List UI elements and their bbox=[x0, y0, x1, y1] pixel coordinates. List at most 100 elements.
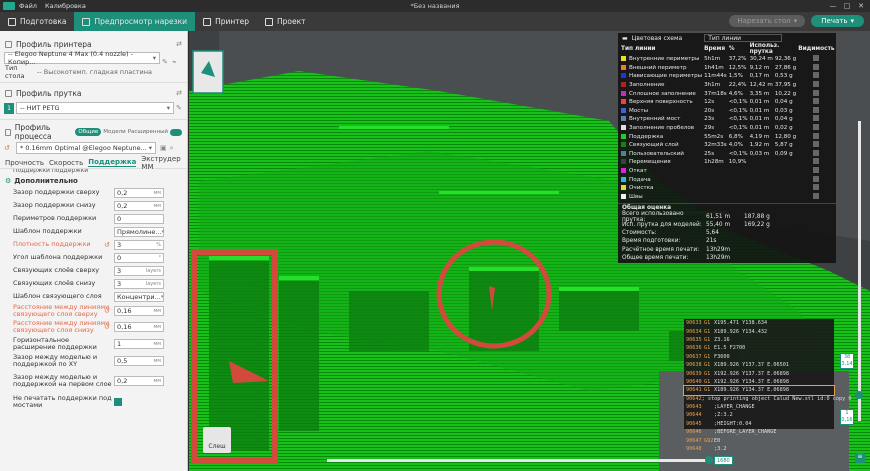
color-swatch bbox=[621, 56, 626, 62]
reset-icon[interactable]: ↺ bbox=[104, 241, 110, 249]
table-type-select[interactable]: -- Высокотемп. гладкая пластина bbox=[37, 68, 152, 76]
pattern-angle-input[interactable]: 0 ° bbox=[114, 252, 164, 263]
top-z-distance-input[interactable]: 0,2 мм bbox=[114, 187, 164, 198]
mode-general[interactable]: Общие bbox=[75, 128, 102, 136]
legend-row: Заполнение 3h1m 22,4% 12,42 m 37,95 g bbox=[620, 81, 836, 90]
advanced-toggle[interactable] bbox=[170, 128, 182, 136]
xy-distance-input[interactable]: 0,5 мм bbox=[114, 355, 164, 366]
visibility-toggle[interactable] bbox=[813, 184, 820, 191]
color-swatch bbox=[621, 176, 626, 182]
slice-plate-button[interactable]: Нарезать стол ▾ bbox=[729, 15, 806, 27]
visibility-toggle[interactable] bbox=[813, 192, 820, 199]
gcode-line: 90638 G1 X189.926 Y137.37 E.06501 bbox=[686, 362, 789, 369]
color-scheme-select[interactable]: Тип линии bbox=[704, 34, 783, 42]
process-subtabs: Прочность Скорость Поддержка Экструдер М… bbox=[0, 155, 187, 171]
visibility-toggle[interactable] bbox=[813, 106, 820, 113]
subtab-support[interactable]: Поддержка bbox=[88, 158, 137, 167]
visibility-toggle[interactable] bbox=[813, 141, 820, 148]
reset-icon[interactable]: ↺ bbox=[104, 323, 110, 331]
legend-row: Пользовательский 25s <0,1% 0,03 m 0,09 g bbox=[620, 149, 836, 159]
subtab-multimaterial[interactable]: Экструдер ММ bbox=[141, 155, 182, 171]
visibility-toggle[interactable] bbox=[813, 124, 820, 131]
printer-select[interactable]: -- Elegoo Neptune 4 Max (0.4 nozzle) - К… bbox=[4, 50, 160, 66]
maximize-button[interactable]: □ bbox=[840, 0, 854, 12]
color-swatch bbox=[621, 99, 626, 105]
gcode-line: 90648 ;3.2 bbox=[686, 446, 727, 453]
tab-preview[interactable]: Предпросмотр нарезки bbox=[74, 12, 196, 31]
mode-advanced[interactable]: Расширенный bbox=[128, 129, 168, 135]
no-bridge-support-checkbox[interactable] bbox=[114, 397, 122, 406]
filament-settings-icon[interactable]: ⇄ bbox=[176, 89, 182, 97]
horizontal-expansion-input[interactable]: 1 мм bbox=[114, 338, 164, 349]
filament-icon bbox=[5, 89, 12, 97]
visibility-toggle[interactable] bbox=[813, 175, 820, 182]
tab-prepare[interactable]: Подготовка bbox=[0, 12, 74, 31]
layers-icon[interactable]: ≡ bbox=[855, 453, 865, 463]
tab-project[interactable]: Проект bbox=[257, 12, 314, 31]
bottom-z-distance-input[interactable]: 0,2 мм bbox=[114, 200, 164, 211]
visibility-toggle[interactable] bbox=[813, 55, 820, 62]
legend-row: Связующий слой 32m33s 4,0% 1,92 m 5,87 g bbox=[620, 141, 836, 150]
collapse-icon[interactable]: ▬ bbox=[622, 35, 628, 42]
visibility-toggle[interactable] bbox=[813, 72, 820, 79]
first-layer-distance-input[interactable]: 0,2 мм bbox=[114, 376, 164, 386]
reset-icon[interactable]: ↺ bbox=[104, 307, 110, 315]
menu-calibration[interactable]: Калибровка bbox=[45, 2, 86, 10]
support-perimeters-input[interactable]: 0 bbox=[114, 213, 164, 224]
visibility-toggle[interactable] bbox=[813, 89, 820, 96]
reset-process-icon[interactable]: ↺ bbox=[4, 144, 14, 152]
gcode-line: 90640 G1 X192.926 Y134.37 E.06898 bbox=[686, 378, 789, 385]
color-swatch bbox=[621, 150, 626, 156]
support-pattern-select[interactable]: Прямолине... ▾ bbox=[114, 226, 164, 237]
tab-printer[interactable]: Принтер bbox=[195, 12, 257, 31]
search-icon[interactable]: ⌕ bbox=[170, 144, 174, 153]
gcode-line: 90637 G1 F3600 bbox=[686, 353, 730, 360]
visibility-toggle[interactable] bbox=[813, 98, 820, 105]
top-interface-spacing-input[interactable]: 0,16 мм bbox=[114, 306, 164, 316]
close-button[interactable]: ✕ bbox=[854, 0, 868, 12]
bottom-interface-spacing-input[interactable]: 0,16 мм bbox=[114, 322, 164, 332]
color-swatch bbox=[621, 73, 626, 79]
minimize-button[interactable]: — bbox=[826, 0, 840, 12]
menu-file[interactable]: Файл bbox=[19, 2, 37, 10]
visibility-toggle[interactable] bbox=[813, 115, 820, 122]
legend-row: Поддержка 55m2s 6,8% 4,19 m 12,80 g bbox=[620, 132, 836, 141]
visibility-toggle[interactable] bbox=[813, 149, 820, 156]
legend-row: Мосты 20s <0,1% 0,01 m 0,03 g bbox=[620, 106, 836, 116]
legend-row: Сплошное заполнение 37m18s 4,6% 3,35 m 10,22… bbox=[620, 89, 836, 98]
mode-models[interactable]: Модели bbox=[103, 129, 125, 135]
layer-slider-track[interactable] bbox=[858, 121, 861, 421]
visibility-toggle[interactable] bbox=[813, 158, 820, 165]
support-density-input[interactable]: 3% bbox=[114, 239, 164, 250]
filament-select[interactable]: -- НИТ PETG ▾ bbox=[16, 102, 174, 114]
subtab-speed[interactable]: Скорость bbox=[49, 159, 83, 167]
estimate-row: Всего использовано прутка: 61,51 m 187,88 … bbox=[622, 210, 770, 223]
visibility-toggle[interactable] bbox=[813, 81, 820, 88]
visibility-toggle[interactable] bbox=[813, 63, 820, 70]
bottom-interface-layers-input[interactable]: 3 layers bbox=[114, 278, 164, 289]
move-slider-track[interactable] bbox=[327, 459, 711, 462]
legend-row: Перемещения 1h28m 10,9% bbox=[620, 158, 836, 167]
param-top-z-distance: Зазор поддержки сверху 0,2 мм bbox=[0, 186, 187, 199]
legend-row: Внутренний мост 23s <0,1% 0,01 m 0,04 g bbox=[620, 115, 836, 124]
edit-printer-icon[interactable]: ✎ bbox=[162, 58, 168, 66]
gcode-viewer: 90633 G1 X195.471 Y138.634 90634 G1 X189.926 … bbox=[683, 319, 852, 452]
interface-pattern-select[interactable]: Концентри... ▾ bbox=[114, 291, 164, 302]
printer-profile-header: Профиль принтера ⇄ bbox=[0, 37, 187, 51]
wifi-icon[interactable]: ⌁ bbox=[172, 58, 176, 66]
slices-button[interactable]: Слеш bbox=[203, 427, 231, 453]
move-slider-value: 1680 bbox=[714, 456, 733, 465]
visibility-toggle[interactable] bbox=[813, 132, 820, 139]
layer-slider-handle[interactable] bbox=[855, 391, 863, 399]
print-button[interactable]: Печать ▾ bbox=[811, 15, 864, 27]
process-select[interactable]: * 0.16mm Optimal @Elegoo Neptune... ▾ bbox=[16, 142, 156, 154]
visibility-toggle[interactable] bbox=[813, 167, 820, 174]
settings-icon[interactable]: ⇄ bbox=[176, 40, 182, 48]
subtab-strength[interactable]: Прочность bbox=[5, 159, 44, 167]
edit-filament-icon[interactable]: ✎ bbox=[176, 104, 182, 112]
param-top-interface-layers: Связующих слоёв сверху 3 layers bbox=[0, 264, 187, 277]
top-interface-layers-input[interactable]: 3 layers bbox=[114, 265, 164, 276]
move-slider-handle[interactable] bbox=[705, 456, 713, 464]
save-process-icon[interactable]: ▣ bbox=[160, 144, 167, 152]
legend-row: Внешний периметр 1h41m 12,5% 9,12 m 27,86 g bbox=[620, 63, 836, 73]
